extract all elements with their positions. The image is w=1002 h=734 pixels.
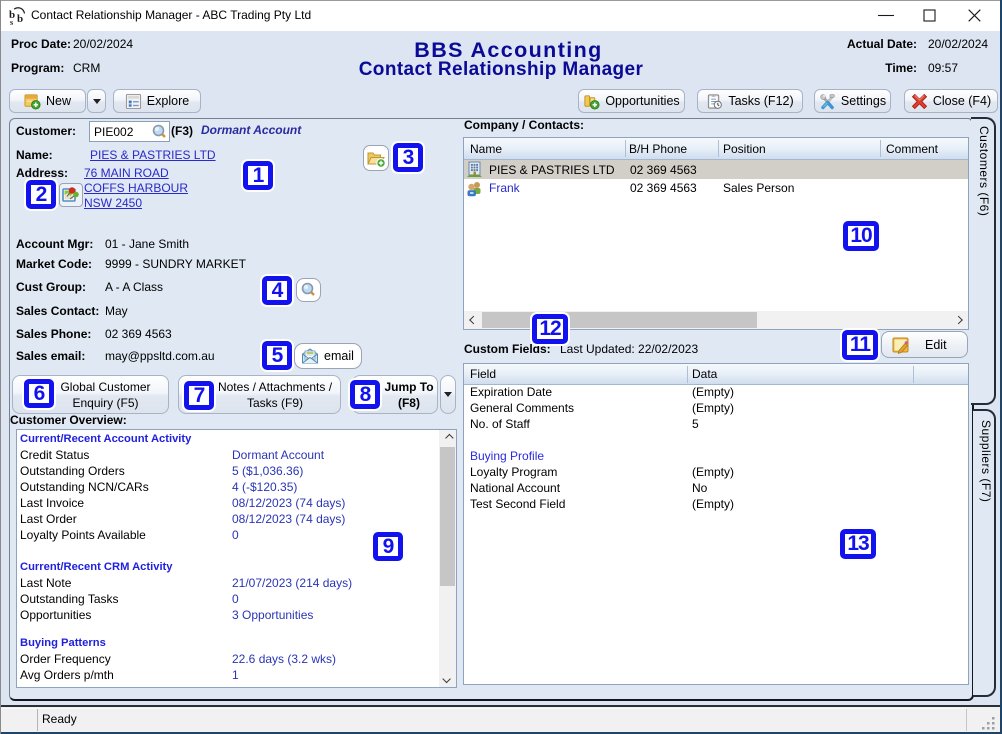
svg-text:s: s — [10, 18, 13, 25]
svg-text:b: b — [17, 13, 23, 25]
